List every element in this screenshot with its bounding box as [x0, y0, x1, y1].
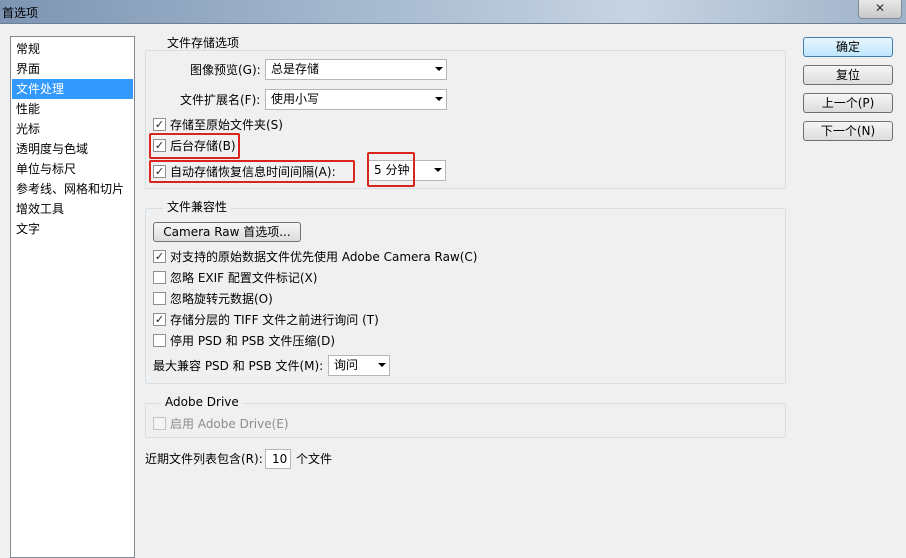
sidebar-item-interface[interactable]: 界面 — [12, 59, 133, 79]
recent-files-count-input[interactable]: 10 — [265, 449, 291, 469]
image-preview-select[interactable]: 总是存储 — [265, 59, 447, 80]
chevron-down-icon — [435, 67, 443, 71]
enable-adobe-drive-label: 启用 Adobe Drive(E) — [170, 417, 289, 431]
enable-adobe-drive-checkbox[interactable] — [153, 417, 166, 430]
image-preview-label: 图像预览(G): — [190, 63, 261, 77]
image-preview-value: 总是存储 — [271, 62, 320, 76]
preferences-category-list[interactable]: 常规 界面 文件处理 性能 光标 透明度与色域 单位与标尺 参考线、网格和切片 … — [10, 36, 135, 558]
reset-button[interactable]: 复位 — [803, 65, 893, 85]
save-original-folder-label: 存储至原始文件夹(S) — [170, 118, 283, 132]
ask-tiff-checkbox[interactable]: ✓ — [153, 313, 166, 326]
title-bar: 首选项 ✕ — [0, 0, 906, 24]
ignore-rotation-label: 忽略旋转元数据(O) — [170, 292, 273, 306]
prefer-camera-raw-label: 对支持的原始数据文件优先使用 Adobe Camera Raw(C) — [170, 250, 478, 264]
next-button[interactable]: 下一个(N) — [803, 121, 893, 141]
sidebar-item-general[interactable]: 常规 — [12, 39, 133, 59]
recent-files-suffix: 个文件 — [296, 452, 333, 466]
file-save-options-title: 文件存储选项 — [163, 36, 244, 50]
background-save-highlight — [149, 133, 240, 159]
sidebar-item-guides[interactable]: 参考线、网格和切片 — [12, 179, 133, 199]
camera-raw-preferences-button[interactable]: Camera Raw 首选项... — [153, 222, 301, 242]
file-extension-value: 使用小写 — [271, 92, 320, 106]
close-button[interactable]: ✕ — [858, 0, 902, 19]
sidebar-item-cursors[interactable]: 光标 — [12, 119, 133, 139]
ignore-rotation-checkbox[interactable] — [153, 292, 166, 305]
chevron-down-icon — [435, 97, 443, 101]
sidebar-item-type[interactable]: 文字 — [12, 219, 133, 239]
sidebar-item-units[interactable]: 单位与标尺 — [12, 159, 133, 179]
ignore-exif-label: 忽略 EXIF 配置文件标记(X) — [170, 271, 318, 285]
previous-button[interactable]: 上一个(P) — [803, 93, 893, 113]
sidebar-item-transparency[interactable]: 透明度与色域 — [12, 139, 133, 159]
adobe-drive-title: Adobe Drive — [161, 395, 243, 409]
file-extension-label: 文件扩展名(F): — [180, 93, 261, 107]
file-compatibility-title: 文件兼容性 — [163, 200, 232, 214]
chevron-down-icon — [434, 168, 442, 172]
sidebar-item-plugins[interactable]: 增效工具 — [12, 199, 133, 219]
prefer-camera-raw-checkbox[interactable]: ✓ — [153, 250, 166, 263]
recent-files-label: 近期文件列表包含(R): — [145, 452, 263, 466]
ignore-exif-checkbox[interactable] — [153, 271, 166, 284]
close-icon: ✕ — [874, 1, 886, 15]
max-compatibility-label: 最大兼容 PSD 和 PSB 文件(M): — [153, 359, 324, 373]
chevron-down-icon — [378, 363, 386, 367]
max-compatibility-value: 询问 — [334, 358, 359, 372]
sidebar-item-performance[interactable]: 性能 — [12, 99, 133, 119]
ask-tiff-label: 存储分层的 TIFF 文件之前进行询问 (T) — [170, 313, 379, 327]
save-original-folder-checkbox[interactable]: ✓ — [153, 118, 166, 131]
disable-compression-checkbox[interactable] — [153, 334, 166, 347]
max-compatibility-select[interactable]: 询问 — [328, 355, 390, 376]
ok-button[interactable]: 确定 — [803, 37, 893, 57]
disable-compression-label: 停用 PSD 和 PSB 文件压缩(D) — [170, 334, 336, 348]
auto-save-highlight — [149, 160, 355, 183]
file-extension-select[interactable]: 使用小写 — [265, 89, 447, 110]
window-title: 首选项 — [2, 6, 39, 20]
sidebar-item-file-handling[interactable]: 文件处理 — [12, 79, 133, 99]
auto-save-interval-highlight — [367, 152, 415, 187]
